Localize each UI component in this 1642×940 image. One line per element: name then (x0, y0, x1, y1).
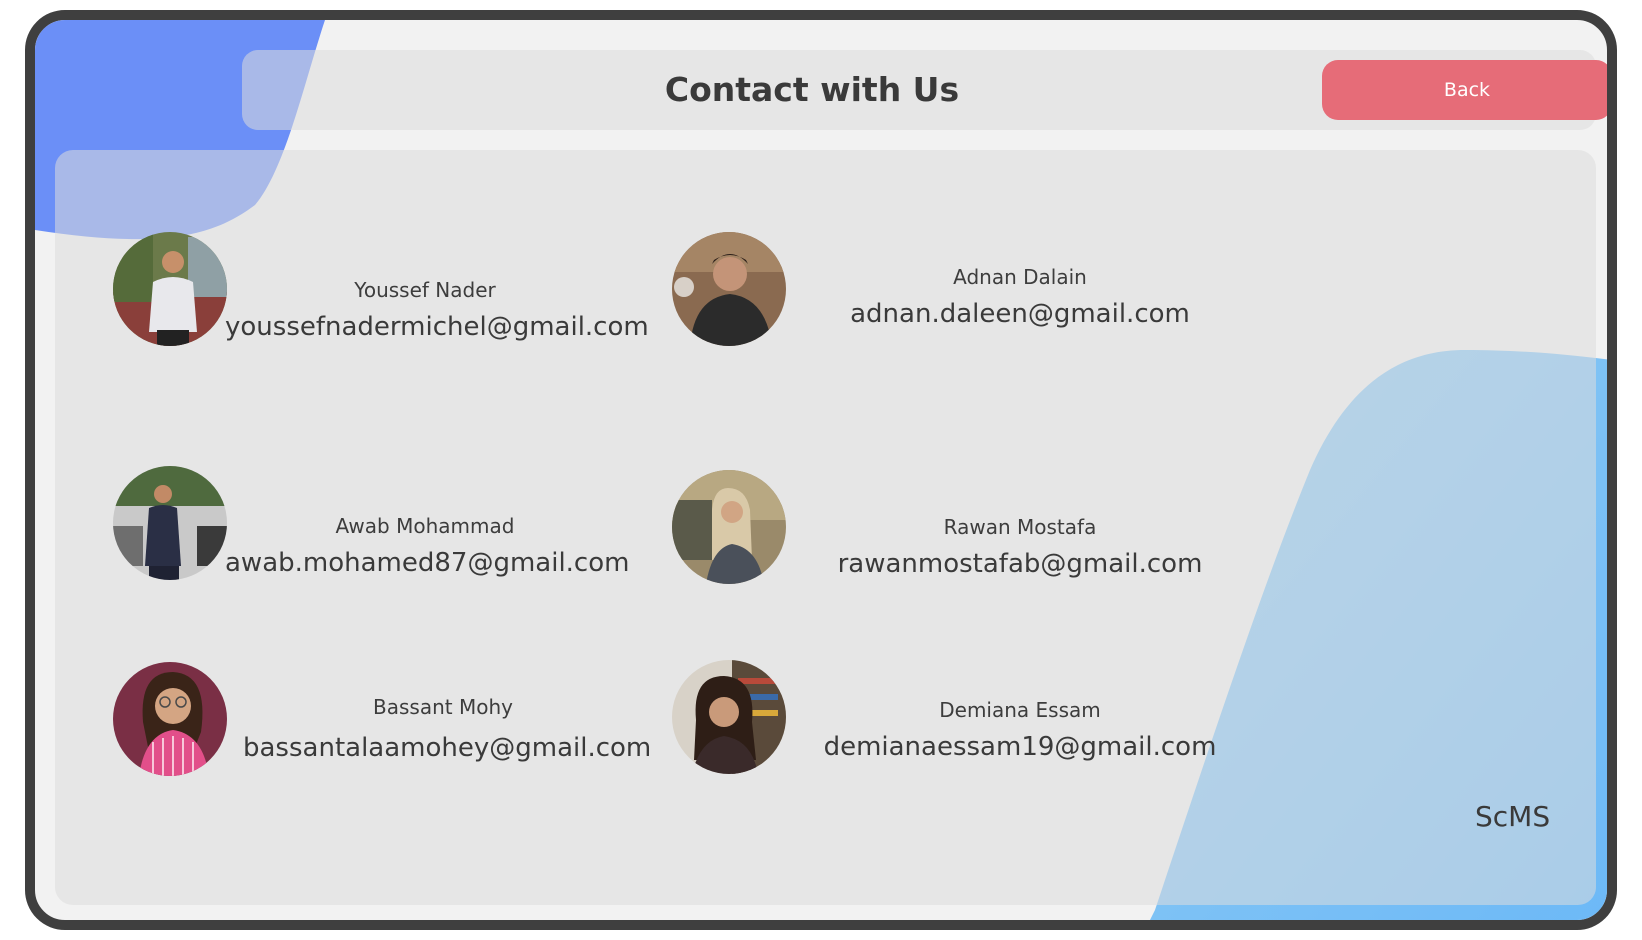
contact-email-link[interactable]: rawanmostafab@gmail.com (815, 549, 1225, 579)
contact-email-link[interactable]: adnan.daleen@gmail.com (815, 299, 1225, 329)
contact-name: Youssef Nader (354, 278, 496, 302)
back-button[interactable]: Back (1322, 60, 1607, 120)
contact-name: Bassant Mohy (373, 695, 513, 719)
avatar (672, 470, 786, 584)
avatar (672, 660, 786, 774)
contact-name: Adnan Dalain (953, 265, 1087, 289)
contact-name: Demiana Essam (939, 698, 1101, 722)
contact-info: Bassant Mohy bassantalaamohey@gmail.com (243, 695, 651, 763)
brand-logo-text: ScMS (1475, 800, 1551, 833)
avatar (113, 662, 227, 776)
contacts-panel: Youssef Nader youssefnadermichel@gmail.c… (55, 150, 1596, 905)
contact-info: Rawan Mostafa rawanmostafab@gmail.com (815, 515, 1225, 579)
page-title: Contact with Us (664, 70, 960, 109)
app-window: Contact with Us Back Youssef Nader youss… (25, 10, 1617, 930)
contact-name: Rawan Mostafa (943, 515, 1097, 539)
contact-name: Awab Mohammad (335, 514, 515, 538)
contact-email-link[interactable]: bassantalaamohey@gmail.com (243, 733, 651, 763)
contact-info: Demiana Essam demianaessam19@gmail.com (815, 698, 1225, 762)
avatar (113, 466, 227, 580)
avatar (672, 232, 786, 346)
header-bar: Contact with Us Back (242, 50, 1607, 130)
contact-info: Youssef Nader youssefnadermichel@gmail.c… (225, 278, 649, 342)
contact-email-link[interactable]: demianaessam19@gmail.com (815, 732, 1225, 762)
contact-info: Adnan Dalain adnan.daleen@gmail.com (815, 265, 1225, 329)
avatar (113, 232, 227, 346)
contact-email-link[interactable]: awab.mohamed87@gmail.com (225, 548, 629, 578)
contact-email-link[interactable]: youssefnadermichel@gmail.com (225, 312, 649, 342)
contact-info: Awab Mohammad awab.mohamed87@gmail.com (225, 514, 629, 578)
